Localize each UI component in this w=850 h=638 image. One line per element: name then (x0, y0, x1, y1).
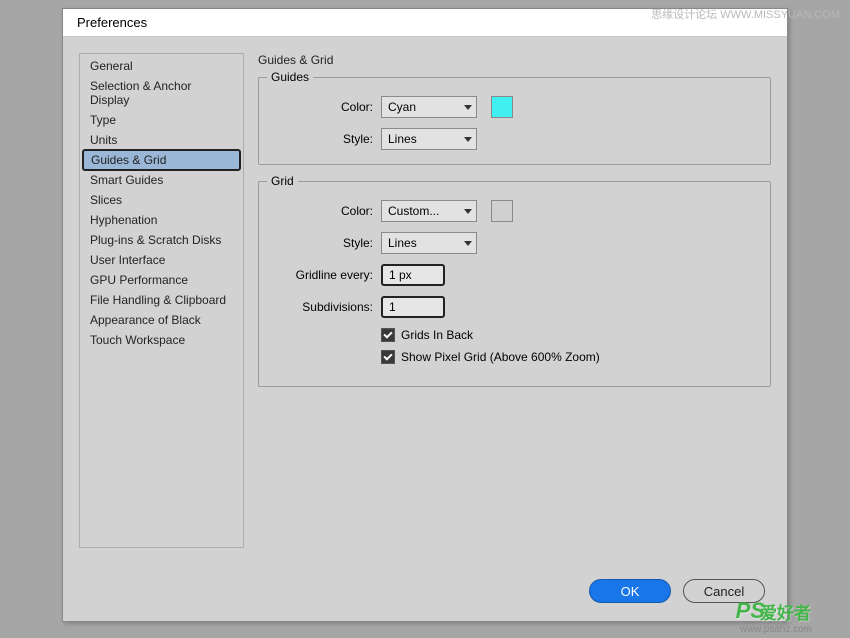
grid-legend: Grid (267, 174, 298, 188)
sidebar-item-gpu-performance[interactable]: GPU Performance (80, 270, 243, 290)
chevron-down-icon (464, 137, 472, 142)
sidebar-item-hyphenation[interactable]: Hyphenation (80, 210, 243, 230)
guides-color-swatch[interactable] (491, 96, 513, 118)
guides-style-select[interactable]: Lines (381, 128, 477, 150)
grid-color-label: Color: (273, 204, 373, 218)
sidebar-item-user-interface[interactable]: User Interface (80, 250, 243, 270)
check-icon (383, 329, 392, 338)
guides-color-label: Color: (273, 100, 373, 114)
grid-color-select[interactable]: Custom... (381, 200, 477, 222)
grid-fieldset: Grid Color: Custom... Style: Lines (258, 181, 771, 387)
grids-in-back-checkbox[interactable] (381, 328, 395, 342)
grid-color-swatch[interactable] (491, 200, 513, 222)
sidebar-item-general[interactable]: General (80, 56, 243, 76)
main-panel: Guides & Grid Guides Color: Cyan Style: … (258, 53, 771, 561)
watermark-url: www.psahz.com (740, 624, 812, 635)
sidebar-item-type[interactable]: Type (80, 110, 243, 130)
ok-button[interactable]: OK (589, 579, 671, 603)
grids-in-back-label: Grids In Back (401, 328, 473, 342)
guides-legend: Guides (267, 70, 313, 84)
sidebar-item-units[interactable]: Units (80, 130, 243, 150)
watermark-top: 思缘设计论坛 WWW.MISSYUAN.COM (651, 6, 840, 22)
guides-color-value: Cyan (388, 100, 416, 114)
sidebar-item-plugins-scratch[interactable]: Plug-ins & Scratch Disks (80, 230, 243, 250)
sidebar-item-guides-grid[interactable]: Guides & Grid (82, 149, 241, 171)
gridline-every-input[interactable]: 1 px (381, 264, 445, 286)
sidebar-item-smart-guides[interactable]: Smart Guides (80, 170, 243, 190)
guides-fieldset: Guides Color: Cyan Style: Lines (258, 77, 771, 165)
chevron-down-icon (464, 241, 472, 246)
check-icon (383, 351, 392, 360)
watermark-cn: 爱好者 (760, 599, 811, 624)
preferences-sidebar: General Selection & Anchor Display Type … (79, 53, 244, 548)
sidebar-item-file-handling[interactable]: File Handling & Clipboard (80, 290, 243, 310)
dialog-content: General Selection & Anchor Display Type … (63, 37, 787, 577)
sidebar-item-selection-anchor[interactable]: Selection & Anchor Display (80, 76, 243, 110)
show-pixel-grid-checkbox[interactable] (381, 350, 395, 364)
guides-color-select[interactable]: Cyan (381, 96, 477, 118)
chevron-down-icon (464, 209, 472, 214)
chevron-down-icon (464, 105, 472, 110)
sidebar-item-appearance-black[interactable]: Appearance of Black (80, 310, 243, 330)
sidebar-item-slices[interactable]: Slices (80, 190, 243, 210)
grid-style-select[interactable]: Lines (381, 232, 477, 254)
grid-style-value: Lines (388, 236, 417, 250)
preferences-dialog: Preferences General Selection & Anchor D… (62, 8, 788, 622)
sidebar-item-touch-workspace[interactable]: Touch Workspace (80, 330, 243, 350)
panel-heading: Guides & Grid (258, 53, 771, 67)
subdivisions-input[interactable]: 1 (381, 296, 445, 318)
guides-style-value: Lines (388, 132, 417, 146)
gridline-every-label: Gridline every: (273, 268, 373, 282)
show-pixel-grid-label: Show Pixel Grid (Above 600% Zoom) (401, 350, 600, 364)
grid-style-label: Style: (273, 236, 373, 250)
subdivisions-label: Subdivisions: (273, 300, 373, 314)
guides-style-label: Style: (273, 132, 373, 146)
grid-color-value: Custom... (388, 204, 439, 218)
